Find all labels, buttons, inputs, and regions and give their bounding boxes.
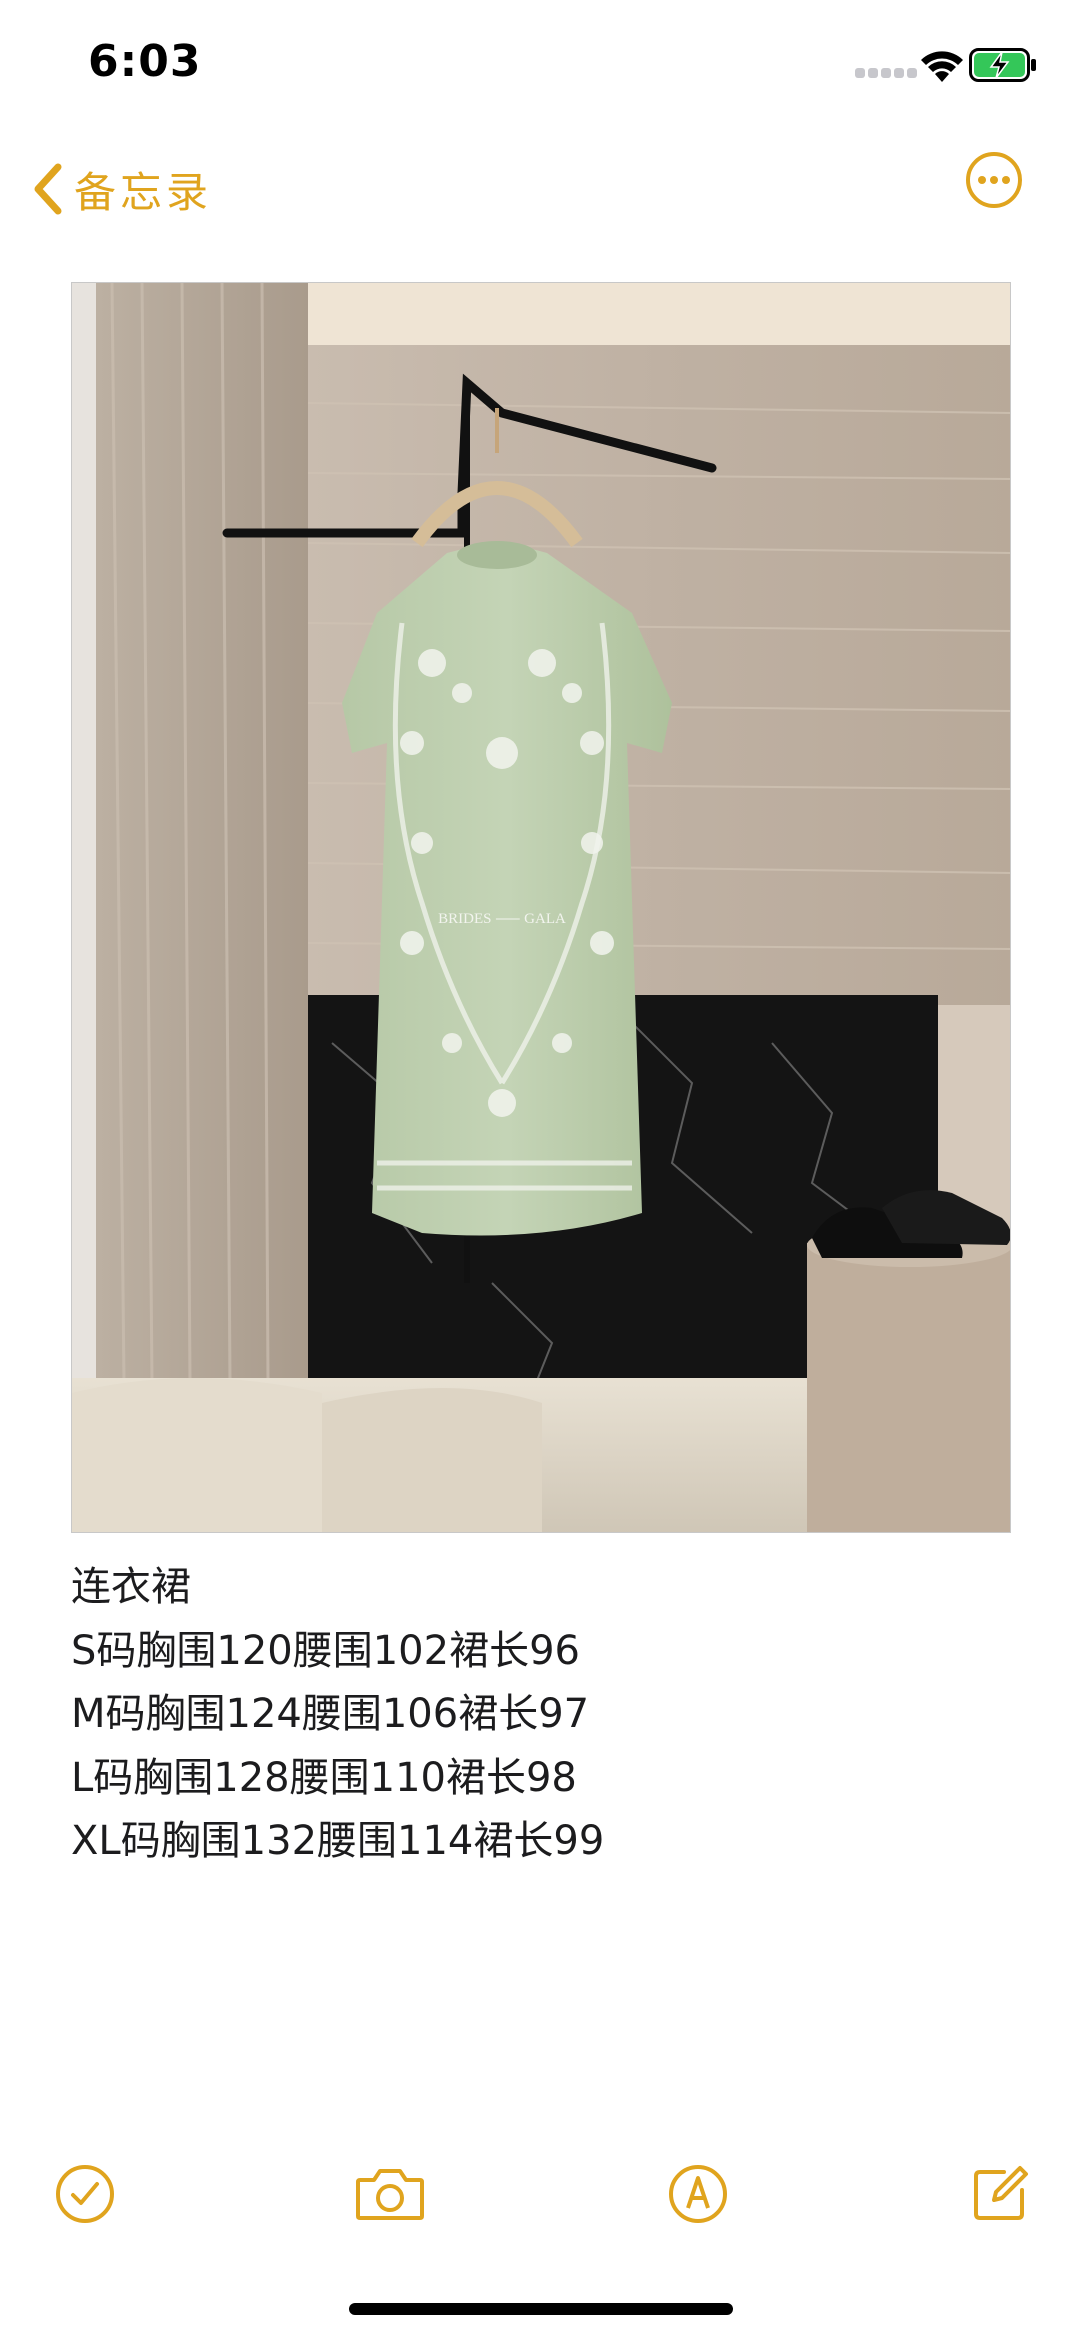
home-indicator[interactable]	[349, 2303, 733, 2315]
navigation-bar: 备忘录	[0, 140, 1080, 240]
markup-pen-icon[interactable]	[666, 2162, 730, 2226]
status-bar: 6:03	[0, 0, 1080, 130]
back-button[interactable]: 备忘录	[30, 154, 212, 224]
battery-charging-icon	[969, 48, 1036, 82]
note-line-size-s: S码胸围120腰围102裙长96	[71, 1627, 580, 1674]
note-body[interactable]: 连衣裙 S码胸围120腰围102裙长96 M码胸围124腰围106裙长97 L码…	[71, 1556, 1011, 1874]
note-line-size-m: M码胸围124腰围106裙长97	[71, 1691, 590, 1737]
checklist-icon[interactable]	[53, 2162, 117, 2226]
status-time: 6:03	[88, 36, 202, 87]
chevron-left-icon	[34, 163, 62, 215]
cellular-signal-icon	[855, 66, 917, 78]
ellipsis-circle-icon[interactable]	[964, 150, 1024, 210]
back-label: 备忘录	[74, 167, 213, 217]
note-line-title: 连衣裙	[71, 1564, 191, 1610]
note-image[interactable]: BRIDES ⸺ GALA	[71, 282, 1011, 1533]
wifi-icon	[921, 51, 963, 82]
note-line-size-l: L码胸围128腰围110裙长98	[71, 1754, 577, 1801]
compose-icon[interactable]	[968, 2162, 1032, 2226]
camera-icon[interactable]	[354, 2162, 426, 2226]
dress-print-text: BRIDES ⸺ GALA	[438, 911, 566, 927]
note-line-size-xl: XL码胸围132腰围114裙长99	[71, 1818, 605, 1864]
dress-photo: BRIDES ⸺ GALA	[72, 283, 1010, 1532]
